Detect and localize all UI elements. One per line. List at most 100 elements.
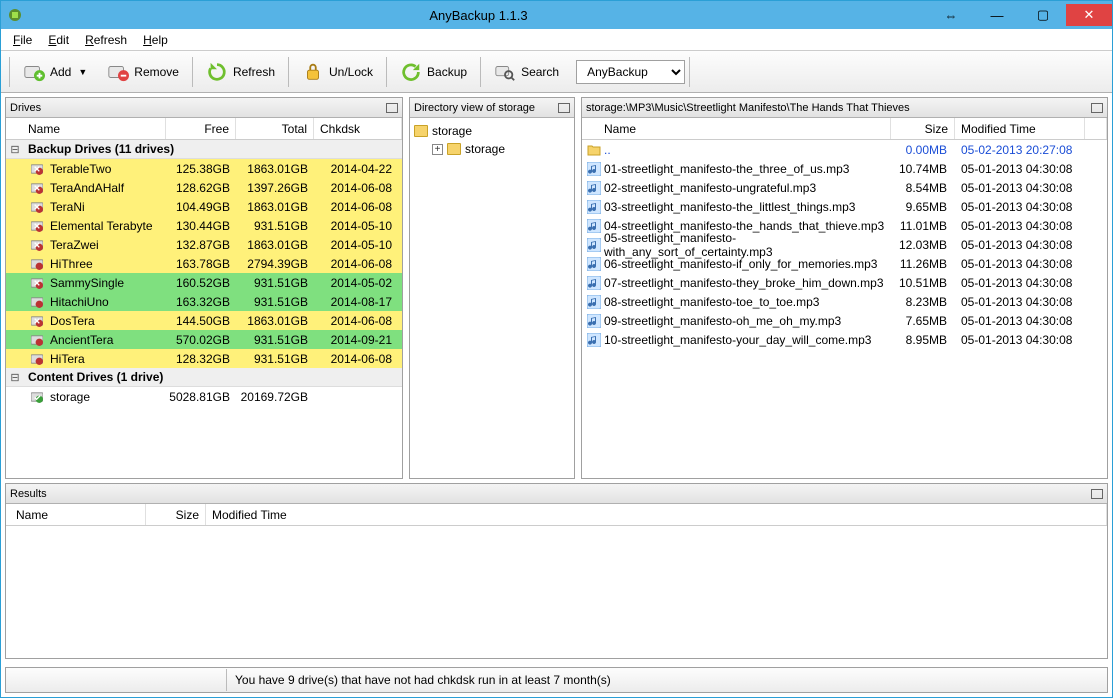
- drives-header: Name Free Total Chkdsk: [6, 118, 402, 140]
- files-header: Name Size Modified Time: [582, 118, 1107, 140]
- menu-edit[interactable]: Edit: [42, 31, 75, 49]
- drive-icon: [6, 353, 46, 365]
- pane-toggle-icon[interactable]: [558, 103, 570, 113]
- tree-node-child[interactable]: +storage: [414, 140, 570, 158]
- menu-help[interactable]: Help: [137, 31, 174, 49]
- expand-icon[interactable]: +: [432, 144, 443, 155]
- drive-icon: [6, 334, 46, 346]
- minimize-button[interactable]: —: [974, 4, 1020, 26]
- drive-row[interactable]: HitachiUno163.32GB931.51GB2014-08-17: [6, 292, 402, 311]
- menubar: FFileile Edit Refresh Help: [1, 29, 1112, 51]
- music-file-icon: [582, 295, 602, 309]
- pane-toggle-icon[interactable]: [1091, 489, 1103, 499]
- drive-icon: [6, 163, 46, 175]
- file-row[interactable]: 07-streetlight_manifesto-they_broke_him_…: [582, 273, 1107, 292]
- col-mtime[interactable]: Modified Time: [955, 118, 1085, 139]
- drive-icon: [6, 391, 46, 403]
- col-name[interactable]: Name: [582, 118, 891, 139]
- col-name[interactable]: Name: [6, 504, 146, 525]
- music-file-icon: [582, 200, 602, 214]
- add-button[interactable]: Add ▼: [14, 56, 96, 88]
- music-file-icon: [582, 219, 602, 233]
- music-file-icon: [582, 333, 602, 347]
- music-file-icon: [582, 276, 602, 290]
- statusbar: You have 9 drive(s) that have not had ch…: [5, 667, 1108, 693]
- drive-group[interactable]: ⊟Backup Drives (11 drives): [6, 140, 402, 159]
- dropdown-icon: ▼: [78, 67, 87, 77]
- drive-icon: [6, 296, 46, 308]
- search-icon: [494, 61, 516, 83]
- maximize-button[interactable]: ▢: [1020, 4, 1066, 26]
- drive-icon: [6, 220, 46, 232]
- collapse-icon[interactable]: ⊟: [6, 371, 24, 384]
- drive-icon: [6, 239, 46, 251]
- app-icon: [1, 7, 29, 23]
- pane-toggle-icon[interactable]: [386, 103, 398, 113]
- col-mtime[interactable]: Modified Time: [206, 504, 1107, 525]
- collapse-icon[interactable]: ⊟: [6, 143, 24, 156]
- music-file-icon: [582, 314, 602, 328]
- unlock-button[interactable]: Un/Lock: [293, 56, 382, 88]
- drive-row[interactable]: HiTera128.32GB931.51GB2014-06-08: [6, 349, 402, 368]
- drive-row[interactable]: TeraNi104.49GB1863.01GB2014-06-08: [6, 197, 402, 216]
- move-icon[interactable]: ⇔: [928, 4, 974, 26]
- toolbar: Add ▼ Remove Refresh Un/Lock Backup Sear…: [1, 51, 1112, 93]
- file-row[interactable]: 01-streetlight_manifesto-the_three_of_us…: [582, 159, 1107, 178]
- drive-row[interactable]: SammySingle160.52GB931.51GB2014-05-02: [6, 273, 402, 292]
- drive-row[interactable]: TeraZwei132.87GB1863.01GB2014-05-10: [6, 235, 402, 254]
- menu-file[interactable]: FFileile: [7, 31, 38, 49]
- drives-body: ⊟Backup Drives (11 drives)TerableTwo125.…: [6, 140, 402, 478]
- music-file-icon: [582, 162, 602, 176]
- drive-row[interactable]: DosTera144.50GB1863.01GB2014-06-08: [6, 311, 402, 330]
- refresh-icon: [206, 61, 228, 83]
- drive-icon: [6, 201, 46, 213]
- music-file-icon: [582, 257, 602, 271]
- drive-icon: [6, 315, 46, 327]
- col-chkdsk[interactable]: Chkdsk: [314, 118, 402, 139]
- file-row[interactable]: 09-streetlight_manifesto-oh_me_oh_my.mp3…: [582, 311, 1107, 330]
- backup-icon: [400, 61, 422, 83]
- folder-open-icon: [414, 125, 428, 137]
- pane-toggle-icon[interactable]: [1091, 103, 1103, 113]
- file-row[interactable]: 03-streetlight_manifesto-the_littlest_th…: [582, 197, 1107, 216]
- drive-group[interactable]: ⊟Content Drives (1 drive): [6, 368, 402, 387]
- remove-button[interactable]: Remove: [98, 56, 188, 88]
- menu-refresh[interactable]: Refresh: [79, 31, 133, 49]
- drive-row[interactable]: storage5028.81GB20169.72GB: [6, 387, 402, 406]
- drives-title: Drives: [10, 102, 41, 114]
- col-size[interactable]: Size: [146, 504, 206, 525]
- backup-button[interactable]: Backup: [391, 56, 476, 88]
- file-row[interactable]: 08-streetlight_manifesto-toe_to_toe.mp38…: [582, 292, 1107, 311]
- parent-dir-row[interactable]: ..0.00MB05-02-2013 20:27:08: [582, 140, 1107, 159]
- results-header: Name Size Modified Time: [6, 504, 1107, 526]
- drive-row[interactable]: Elemental Terabyte130.44GB931.51GB2014-0…: [6, 216, 402, 235]
- results-title: Results: [10, 488, 47, 500]
- titlebar: AnyBackup 1.1.3 ⇔ — ▢ ✕: [1, 1, 1112, 29]
- search-button[interactable]: Search: [485, 56, 568, 88]
- drive-icon: [6, 182, 46, 194]
- drive-row[interactable]: HiThree163.78GB2794.39GB2014-06-08: [6, 254, 402, 273]
- col-name[interactable]: Name: [6, 118, 166, 139]
- file-row[interactable]: 05-streetlight_manifesto-with_any_sort_o…: [582, 235, 1107, 254]
- remove-icon: [107, 61, 129, 83]
- drive-icon: [6, 277, 46, 289]
- drive-row[interactable]: AncientTera570.02GB931.51GB2014-09-21: [6, 330, 402, 349]
- col-size[interactable]: Size: [891, 118, 955, 139]
- music-file-icon: [582, 181, 602, 195]
- col-free[interactable]: Free: [166, 118, 236, 139]
- tree-pane: Directory view of storage storage +stora…: [409, 97, 575, 479]
- file-row[interactable]: 10-streetlight_manifesto-your_day_will_c…: [582, 330, 1107, 349]
- files-pane: storage:\MP3\Music\Streetlight Manifesto…: [581, 97, 1108, 479]
- close-button[interactable]: ✕: [1066, 4, 1112, 26]
- file-row[interactable]: 06-streetlight_manifesto-if_only_for_mem…: [582, 254, 1107, 273]
- drive-row[interactable]: TeraAndAHalf128.62GB1397.26GB2014-06-08: [6, 178, 402, 197]
- profile-select[interactable]: AnyBackup: [576, 60, 685, 84]
- folder-up-icon: [582, 143, 602, 157]
- file-row[interactable]: 02-streetlight_manifesto-ungrateful.mp38…: [582, 178, 1107, 197]
- drive-row[interactable]: TerableTwo125.38GB1863.01GB2014-04-22: [6, 159, 402, 178]
- content: Drives Name Free Total Chkdsk ⊟Backup Dr…: [1, 93, 1112, 663]
- refresh-button[interactable]: Refresh: [197, 56, 284, 88]
- col-total[interactable]: Total: [236, 118, 314, 139]
- folder-icon: [447, 143, 461, 155]
- tree-node-root[interactable]: storage: [414, 122, 570, 140]
